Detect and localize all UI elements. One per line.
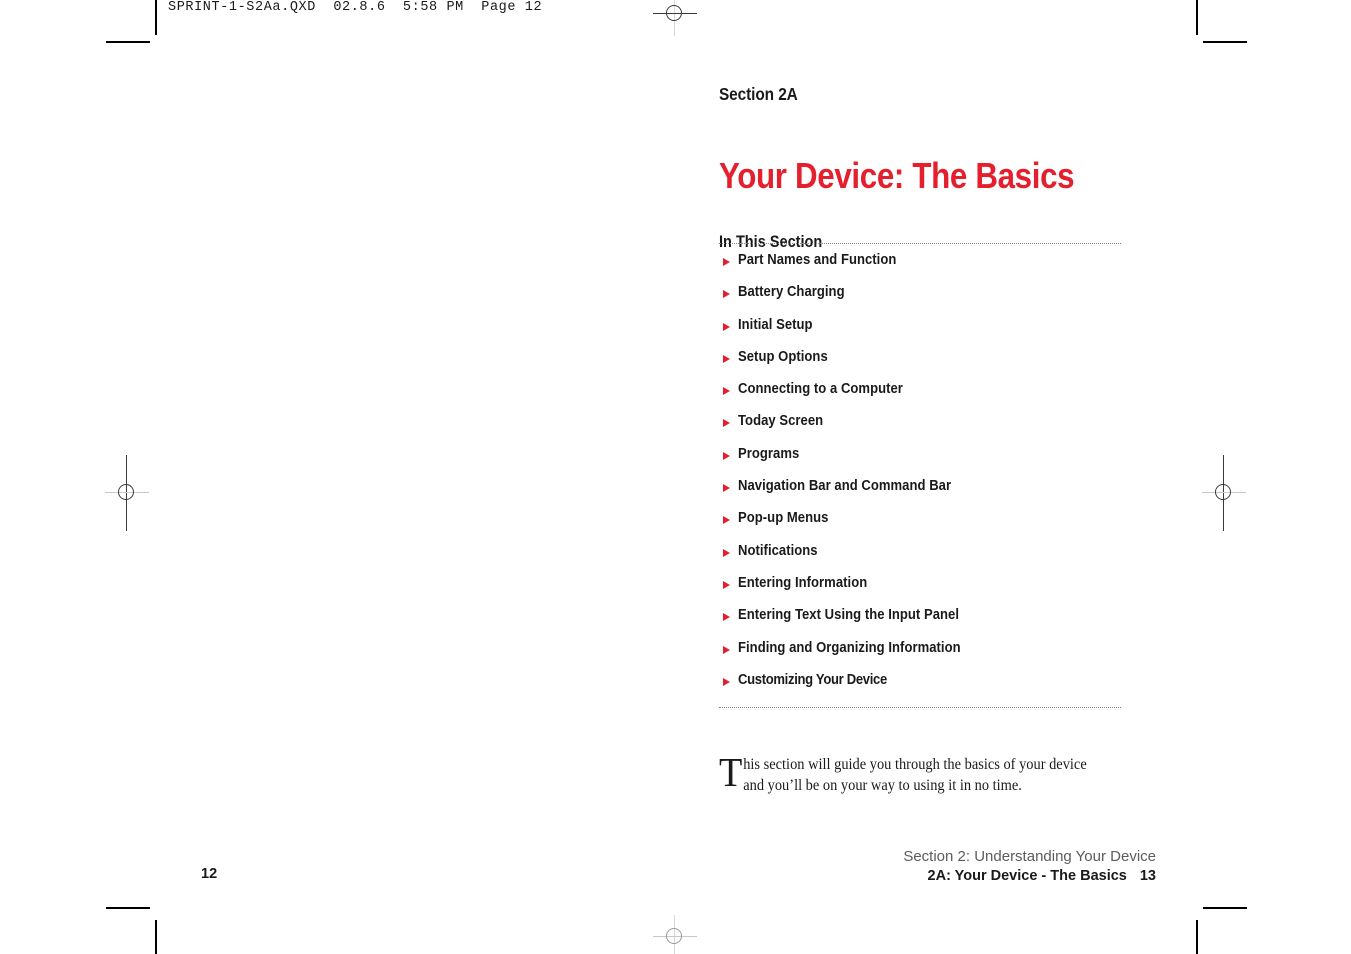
list-item[interactable]: Pop-up Menus xyxy=(719,511,1121,543)
list-item[interactable]: Notifications xyxy=(719,544,1121,576)
crop-mark-top-right-vertical xyxy=(1196,0,1198,35)
crop-mark-top-right-horizontal xyxy=(1203,41,1247,43)
list-item-label: Entering Information xyxy=(738,574,868,591)
triangle-bullet-icon xyxy=(723,354,730,363)
triangle-bullet-icon xyxy=(723,419,730,428)
printed-page-spread: SPRINT-1-S2Aa.QXD 02.8.6 5:58 PM Page 12… xyxy=(0,0,1351,954)
triangle-bullet-icon xyxy=(723,322,730,331)
triangle-bullet-icon xyxy=(723,677,730,686)
page-title: Your Device: The Basics xyxy=(719,155,1075,197)
in-this-section-list: Part Names and Function Battery Charging… xyxy=(719,253,1121,705)
list-item[interactable]: Connecting to a Computer xyxy=(719,382,1121,414)
list-item-label: Connecting to a Computer xyxy=(738,381,903,398)
triangle-bullet-icon xyxy=(723,548,730,557)
list-item-label: Entering Text Using the Input Panel xyxy=(738,607,960,624)
list-item-label: Today Screen xyxy=(738,413,824,430)
intro-body-text: his section will guide you through the b… xyxy=(743,755,1087,794)
triangle-bullet-icon xyxy=(723,387,730,396)
list-item[interactable]: Today Screen xyxy=(719,414,1121,446)
quark-file-slug: SPRINT-1-S2Aa.QXD 02.8.6 5:58 PM Page 12 xyxy=(168,0,543,15)
crop-mark-bottom-right-horizontal xyxy=(1203,907,1247,909)
page-number-left: 12 xyxy=(201,866,218,882)
triangle-bullet-icon xyxy=(723,613,730,622)
triangle-bullet-icon xyxy=(723,516,730,525)
list-item-label: Part Names and Function xyxy=(738,252,897,268)
list-item-label: Notifications xyxy=(738,542,818,559)
crop-mark-top-left-vertical xyxy=(155,0,157,35)
footer-chapter-title-row: 2A: Your Device - The Basics 13 xyxy=(903,867,1156,885)
crop-mark-bottom-left-horizontal xyxy=(106,907,150,909)
list-item-label: Customizing Your Device xyxy=(738,671,887,688)
list-item-label: Setup Options xyxy=(738,348,828,365)
list-item[interactable]: Navigation Bar and Command Bar xyxy=(719,479,1121,511)
footer-right-block: Section 2: Understanding Your Device 2A:… xyxy=(903,848,1156,885)
intro-paragraph: This section will guide you through the … xyxy=(719,748,1091,796)
crop-mark-top-left-horizontal xyxy=(106,41,150,43)
list-item[interactable]: Customizing Your Device xyxy=(719,673,1121,705)
registration-mark-left-circle xyxy=(118,484,134,500)
registration-mark-top xyxy=(653,0,697,36)
registration-mark-bottom-circle xyxy=(666,928,682,944)
list-item[interactable]: Entering Text Using the Input Panel xyxy=(719,608,1121,640)
list-item[interactable]: Finding and Organizing Information xyxy=(719,641,1121,673)
drop-cap: T xyxy=(719,748,743,795)
list-item-label: Pop-up Menus xyxy=(738,510,829,527)
list-item[interactable]: Initial Setup xyxy=(719,318,1121,350)
footer-chapter-title: 2A: Your Device - The Basics xyxy=(927,868,1127,884)
triangle-bullet-icon xyxy=(723,580,730,589)
section-label: Section 2A xyxy=(719,84,798,104)
triangle-bullet-icon xyxy=(723,484,730,493)
footer-section-title: Section 2: Understanding Your Device xyxy=(903,848,1156,865)
triangle-bullet-icon xyxy=(723,645,730,654)
list-item-label: Initial Setup xyxy=(738,316,813,333)
list-item[interactable]: Entering Information xyxy=(719,576,1121,608)
divider-top xyxy=(719,243,1121,244)
page-number-right: 13 xyxy=(1139,868,1156,884)
registration-mark-top-circle xyxy=(666,5,682,21)
list-item[interactable]: Part Names and Function xyxy=(719,253,1121,285)
list-item[interactable]: Programs xyxy=(719,447,1121,479)
registration-mark-bottom xyxy=(653,915,697,954)
divider-bottom xyxy=(719,707,1121,708)
registration-mark-right xyxy=(1202,455,1246,531)
triangle-bullet-icon xyxy=(723,290,730,299)
crop-mark-bottom-left-vertical xyxy=(155,920,157,954)
list-item-label: Navigation Bar and Command Bar xyxy=(738,478,952,495)
list-item-label: Programs xyxy=(738,445,800,462)
list-item-label: Finding and Organizing Information xyxy=(738,639,961,656)
registration-mark-right-circle xyxy=(1215,484,1231,500)
list-item[interactable]: Setup Options xyxy=(719,350,1121,382)
registration-mark-left xyxy=(105,455,149,531)
triangle-bullet-icon xyxy=(723,258,730,266)
triangle-bullet-icon xyxy=(723,451,730,460)
list-item[interactable]: Battery Charging xyxy=(719,285,1121,317)
list-item-label: Battery Charging xyxy=(738,284,845,301)
crop-mark-bottom-right-vertical xyxy=(1196,920,1198,954)
